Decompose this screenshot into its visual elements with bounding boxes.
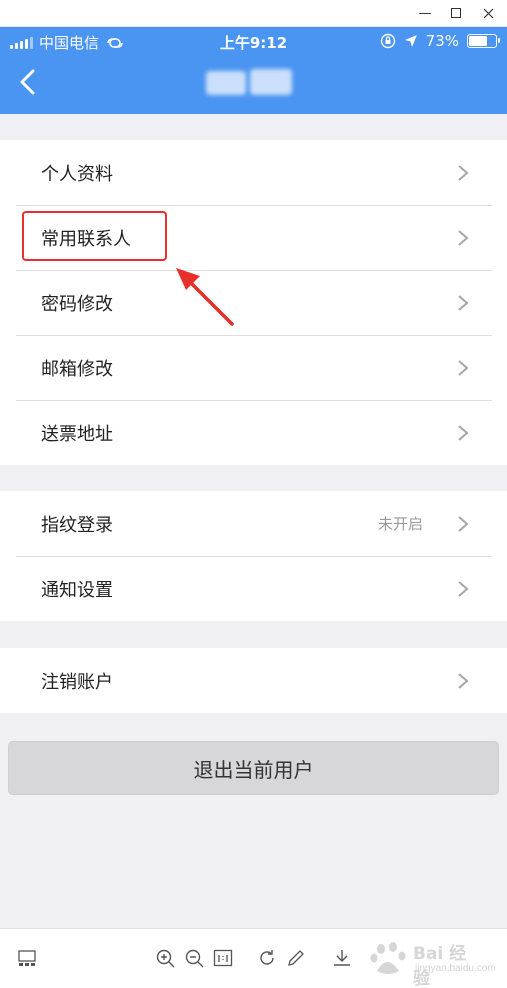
menu-item-notifications[interactable]: 通知设置 [0,556,507,621]
chevron-right-icon [458,424,469,441]
rotation-lock-icon [380,33,395,49]
viewer-toolbar: Bai 经验 jingyan.baidu.com [0,928,507,988]
download-button[interactable] [331,947,353,969]
actual-size-icon [213,949,233,967]
edit-button[interactable] [285,947,307,969]
back-button[interactable] [14,67,44,97]
chevron-right-icon [458,359,469,376]
minimize-icon[interactable]: — [410,2,440,24]
app-header: 中国电信 上午9:12 73% [0,27,507,114]
logout-button[interactable]: 退出当前用户 [8,741,499,795]
menu-item-label: 密码修改 [41,293,113,315]
paw-logo-icon [370,942,406,974]
thumbnail-button[interactable] [16,947,38,969]
pencil-icon [288,950,304,966]
settings-group-security: 指纹登录 未开启 通知设置 [0,491,507,621]
chevron-right-icon [458,229,469,246]
zoom-out-icon [185,949,204,968]
zoom-in-button[interactable] [154,947,176,969]
menu-item-label: 常用联系人 [41,228,131,250]
close-icon[interactable] [473,2,503,24]
status-bar: 中国电信 上午9:12 73% [0,27,507,55]
location-icon [404,35,417,47]
settings-content: 个人资料 常用联系人 密码修改 邮箱修改 送票地址 指纹登录 未开启 通知设置 [0,114,507,928]
menu-item-email[interactable]: 邮箱修改 [0,335,507,400]
chevron-right-icon [458,672,469,689]
rotate-icon [260,950,274,965]
chevron-left-icon [20,69,35,95]
menu-item-fingerprint[interactable]: 指纹登录 未开启 [0,491,507,556]
menu-item-contacts[interactable]: 常用联系人 [0,205,507,270]
chevron-right-icon [458,580,469,597]
page-title-blurred [200,67,300,99]
chevron-right-icon [458,164,469,181]
zoom-in-icon [156,949,175,968]
actual-size-button[interactable] [212,947,234,969]
chevron-right-icon [458,515,469,532]
battery-icon [467,34,500,48]
menu-item-label: 邮箱修改 [41,358,113,380]
thumbnail-icon [18,950,36,966]
menu-item-label: 个人资料 [41,163,113,185]
settings-group-account: 个人资料 常用联系人 密码修改 邮箱修改 送票地址 [0,140,507,465]
download-icon [334,950,350,966]
fingerprint-status: 未开启 [377,515,423,533]
menu-item-password[interactable]: 密码修改 [0,270,507,335]
maximize-icon[interactable] [441,2,471,24]
menu-item-label: 注销账户 [41,671,113,693]
menu-item-profile[interactable]: 个人资料 [0,140,507,205]
settings-group-cancel: 注销账户 [0,648,507,713]
menu-item-cancel-account[interactable]: 注销账户 [0,648,507,713]
baidu-jingyan-watermark: Bai 经验 jingyan.baidu.com [369,937,496,988]
menu-item-label: 通知设置 [41,579,113,601]
chevron-right-icon [458,294,469,311]
window-title-bar: — [0,0,507,27]
battery-percent: 73% [425,32,459,50]
menu-item-label: 指纹登录 [41,514,113,536]
watermark-url: jingyan.baidu.com [415,963,496,974]
menu-item-ticket-address[interactable]: 送票地址 [0,400,507,465]
zoom-out-button[interactable] [183,947,205,969]
rotate-button[interactable] [256,947,278,969]
menu-item-label: 送票地址 [41,423,113,445]
